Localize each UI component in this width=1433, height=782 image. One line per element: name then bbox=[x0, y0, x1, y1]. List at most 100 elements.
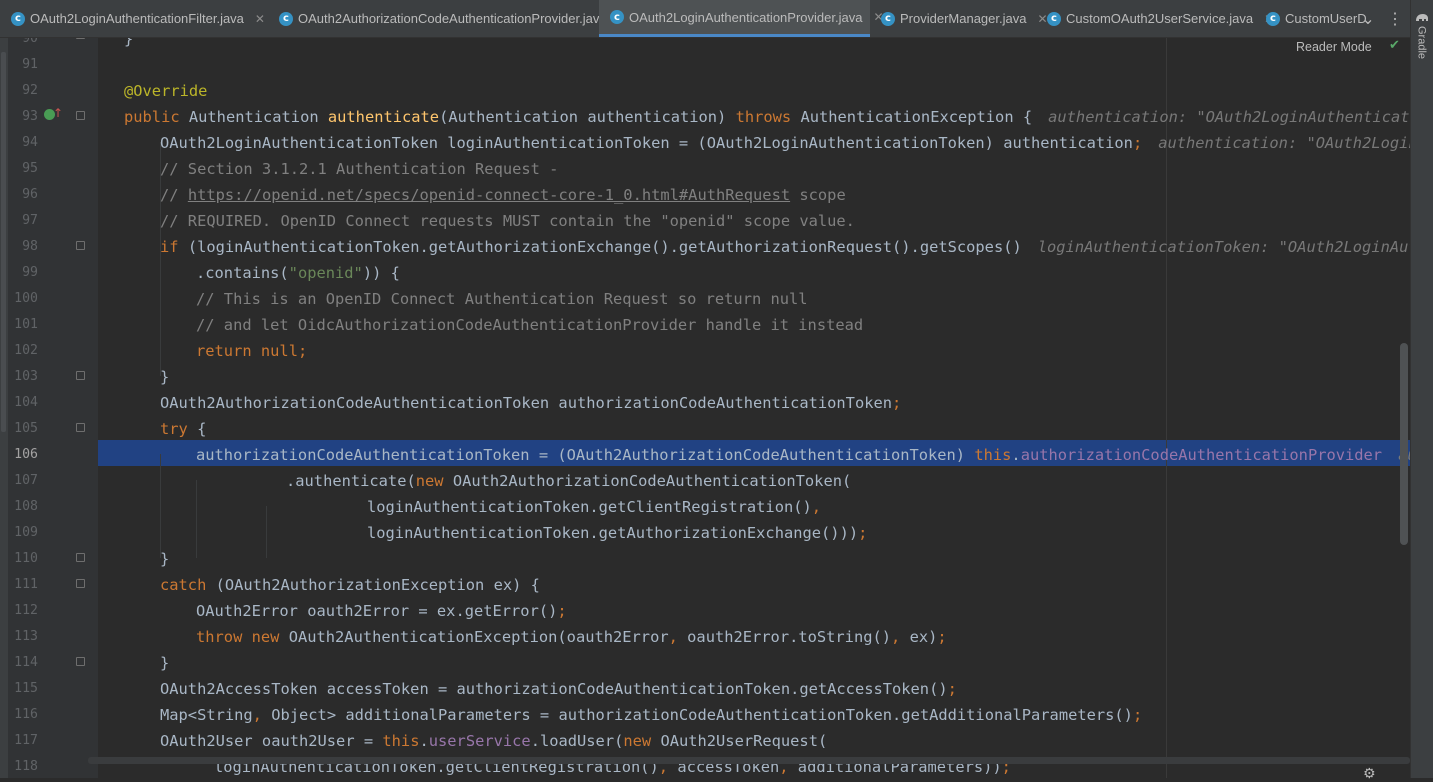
code-line[interactable]: } bbox=[160, 364, 169, 390]
line-number[interactable]: 117 bbox=[0, 728, 38, 754]
line-number[interactable]: 111 bbox=[0, 572, 38, 598]
line-number[interactable]: 112 bbox=[0, 598, 38, 624]
line-number[interactable]: 94 bbox=[0, 130, 38, 156]
tab-providermanager[interactable]: c ProviderManager.java ✕ bbox=[870, 0, 1048, 37]
code-line[interactable]: // This is an OpenID Connect Authenticat… bbox=[196, 286, 808, 312]
line-number[interactable]: 109 bbox=[0, 520, 38, 546]
code-text: Map<String, Object> additionalParameters… bbox=[160, 706, 1143, 724]
gear-icon[interactable]: ⚙ bbox=[1363, 766, 1376, 782]
line-number[interactable]: 90 bbox=[0, 38, 38, 52]
code-line[interactable]: OAuth2AccessToken accessToken = authoriz… bbox=[160, 676, 957, 702]
line-number[interactable]: 97 bbox=[0, 208, 38, 234]
vertical-scrollbar-thumb[interactable] bbox=[1400, 343, 1408, 545]
line-number[interactable]: 107 bbox=[0, 468, 38, 494]
code-line[interactable]: // REQUIRED. OpenID Connect requests MUS… bbox=[160, 208, 855, 234]
code-line[interactable]: if (loginAuthenticationToken.getAuthoriz… bbox=[160, 234, 1410, 260]
gradle-tool-window-tab[interactable]: Gradle bbox=[1413, 12, 1430, 72]
line-number[interactable]: 102 bbox=[0, 338, 38, 364]
line-number[interactable]: 106 bbox=[0, 442, 38, 468]
code-line[interactable]: Map<String, Object> additionalParameters… bbox=[160, 702, 1142, 728]
code-line[interactable]: // and let OidcAuthorizationCodeAuthenti… bbox=[196, 312, 863, 338]
more-icon[interactable]: ⋮ bbox=[1384, 0, 1406, 37]
code-line[interactable]: loginAuthenticationToken.getClientRegist… bbox=[367, 494, 821, 520]
line-number[interactable]: 118 bbox=[0, 754, 38, 778]
line-number[interactable]: 101 bbox=[0, 312, 38, 338]
fold-marker[interactable] bbox=[76, 241, 85, 250]
fold-marker[interactable] bbox=[76, 657, 85, 666]
code-line[interactable]: OAuth2LoginAuthenticationToken loginAuth… bbox=[160, 130, 1410, 156]
code-line[interactable]: catch (OAuth2AuthorizationException ex) … bbox=[160, 572, 540, 598]
fold-marker[interactable] bbox=[76, 579, 85, 588]
code-line[interactable]: public Authentication authenticate(Authe… bbox=[124, 104, 1410, 130]
code-line[interactable]: @Override bbox=[124, 78, 207, 104]
code-line[interactable]: authorizationCodeAuthenticationToken = (… bbox=[196, 442, 1410, 468]
tab-oauth2loginauthenticationprovider[interactable]: c OAuth2LoginAuthenticationProvider.java… bbox=[599, 0, 884, 37]
fold-marker[interactable] bbox=[76, 111, 85, 120]
line-number[interactable]: 98 bbox=[0, 234, 38, 260]
override-arrow-icon[interactable]: ↑ bbox=[53, 106, 63, 120]
line-number[interactable]: 114 bbox=[0, 650, 38, 676]
code-text: public Authentication authenticate(Authe… bbox=[124, 108, 1033, 126]
chevron-down-icon[interactable]: ⌄ bbox=[1355, 0, 1381, 37]
code-text: if (loginAuthenticationToken.getAuthoriz… bbox=[160, 238, 1022, 256]
java-class-icon: c bbox=[279, 11, 293, 26]
indent-guide bbox=[266, 506, 267, 558]
code-line[interactable]: // https://openid.net/specs/openid-conne… bbox=[160, 182, 846, 208]
reader-mode-button[interactable]: Reader Mode bbox=[1296, 40, 1372, 54]
code-text: OAuth2User oauth2User = this.userService… bbox=[160, 732, 828, 750]
code-line[interactable]: .authenticate(new OAuth2AuthorizationCod… bbox=[286, 468, 851, 494]
code-line[interactable]: .contains("openid")) { bbox=[196, 260, 400, 286]
fold-marker[interactable] bbox=[76, 38, 85, 39]
line-number[interactable]: 108 bbox=[0, 494, 38, 520]
line-number[interactable]: 93 bbox=[0, 104, 38, 130]
line-number[interactable]: 113 bbox=[0, 624, 38, 650]
tab-oauth2loginauthenticationfilter[interactable]: c OAuth2LoginAuthenticationFilter.java ✕ bbox=[0, 0, 268, 37]
tab-label: OAuth2LoginAuthenticationProvider.java bbox=[629, 9, 863, 25]
fold-marker[interactable] bbox=[76, 371, 85, 380]
line-number[interactable]: 110 bbox=[0, 546, 38, 572]
code-text: OAuth2AccessToken accessToken = authoriz… bbox=[160, 680, 957, 698]
code-line[interactable]: loginAuthenticationToken.getAuthorizatio… bbox=[367, 520, 867, 546]
line-number[interactable]: 116 bbox=[0, 702, 38, 728]
right-tool-window-bar bbox=[1410, 0, 1433, 778]
code-line[interactable]: // Section 3.1.2.1 Authentication Reques… bbox=[160, 156, 558, 182]
line-number[interactable]: 115 bbox=[0, 676, 38, 702]
close-icon[interactable]: ✕ bbox=[255, 12, 265, 26]
code-line[interactable]: } bbox=[160, 650, 169, 676]
code-text: // Section 3.1.2.1 Authentication Reques… bbox=[160, 160, 559, 178]
code-line[interactable]: throw new OAuth2AuthenticationException(… bbox=[196, 624, 947, 650]
line-number[interactable]: 104 bbox=[0, 390, 38, 416]
line-number[interactable]: 91 bbox=[0, 52, 38, 78]
fold-marker[interactable] bbox=[76, 553, 85, 562]
check-icon[interactable]: ✔ bbox=[1389, 38, 1400, 53]
code-text: return null; bbox=[196, 342, 308, 360]
line-number[interactable]: 99 bbox=[0, 260, 38, 286]
code-text: // REQUIRED. OpenID Connect requests MUS… bbox=[160, 212, 855, 230]
code-line[interactable]: OAuth2AuthorizationCodeAuthenticationTok… bbox=[160, 390, 901, 416]
editor-tab-bar: c OAuth2LoginAuthenticationFilter.java ✕… bbox=[0, 0, 1410, 38]
fold-marker[interactable] bbox=[76, 423, 85, 432]
line-number-gutter[interactable]: 90 91 92 93 94 95 96 97 98 99 100 101 102 103 104 105 10… bbox=[0, 38, 98, 778]
code-line[interactable]: return null; bbox=[196, 338, 307, 364]
line-number[interactable]: 92 bbox=[0, 78, 38, 104]
tab-oauth2authorizationcodeauthenticationprovider[interactable]: c OAuth2AuthorizationCodeAuthenticationP… bbox=[268, 0, 628, 37]
code-line[interactable]: OAuth2User oauth2User = this.userService… bbox=[160, 728, 827, 754]
tab-customuserdetails[interactable]: c CustomUserD bbox=[1255, 0, 1367, 37]
code-text: } bbox=[160, 368, 170, 386]
code-editor[interactable]: } @Override public Authentication authenti… bbox=[98, 38, 1410, 778]
code-line[interactable]: } bbox=[160, 546, 169, 572]
code-text: // This is an OpenID Connect Authenticat… bbox=[196, 290, 808, 308]
code-line[interactable]: OAuth2Error oauth2Error = ex.getError(); bbox=[196, 598, 567, 624]
line-number[interactable]: 103 bbox=[0, 364, 38, 390]
horizontal-scrollbar[interactable] bbox=[88, 757, 1410, 764]
line-number[interactable]: 96 bbox=[0, 182, 38, 208]
code-text: } bbox=[160, 550, 170, 568]
line-number[interactable]: 105 bbox=[0, 416, 38, 442]
code-line[interactable]: } bbox=[124, 38, 133, 52]
tab-customoauth2userservice[interactable]: c CustomOAuth2UserService.java ✕ bbox=[1036, 0, 1274, 37]
line-number[interactable]: 100 bbox=[0, 286, 38, 312]
code-text: loginAuthenticationToken.getClientRegist… bbox=[367, 498, 822, 516]
inline-debug-value-hint: loginAuthenticationToken: "OAuth2LoginAu… bbox=[1037, 238, 1410, 256]
line-number[interactable]: 95 bbox=[0, 156, 38, 182]
code-line[interactable]: try { bbox=[160, 416, 206, 442]
